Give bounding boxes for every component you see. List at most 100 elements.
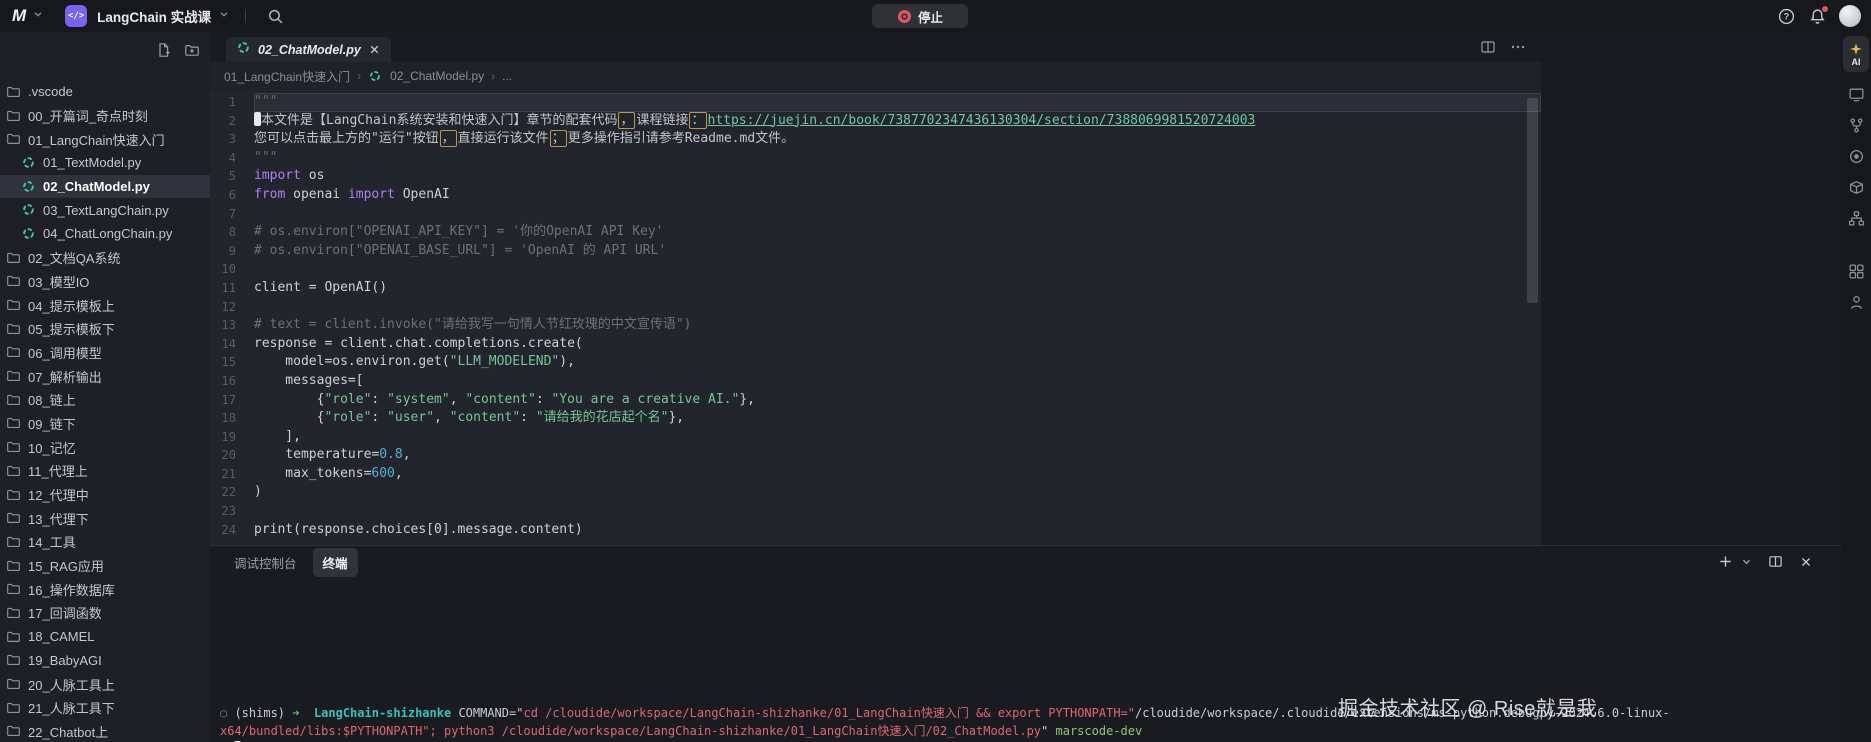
tab-terminal[interactable]: 终端 bbox=[313, 548, 358, 577]
python-file-icon bbox=[21, 226, 37, 242]
folder-icon bbox=[6, 558, 22, 574]
chevron-down-icon[interactable] bbox=[1741, 556, 1752, 567]
file-tree-item[interactable]: 18_CAMEL bbox=[0, 625, 210, 649]
file-tree-item[interactable]: 01_LangChain快速入门 bbox=[0, 127, 210, 151]
file-tree-item[interactable]: 07_解析输出 bbox=[0, 364, 210, 388]
code-line: 10 bbox=[210, 260, 1541, 279]
stop-button[interactable]: 停止 bbox=[872, 4, 968, 28]
main-area: .vscode00_开篇词_奇点时刻01_LangChain快速入门01_Tex… bbox=[0, 32, 1871, 742]
folder-icon bbox=[6, 131, 22, 147]
divider bbox=[245, 9, 246, 23]
more-actions-icon[interactable] bbox=[1510, 39, 1526, 55]
folder-icon bbox=[6, 581, 22, 597]
bell-icon[interactable] bbox=[1809, 8, 1826, 25]
code-line: 21 max_tokens=600, bbox=[210, 465, 1541, 484]
code-viewport[interactable]: 1"""2本文件是【LangChain系统安装和快速入门】章节的配套代码，课程链… bbox=[210, 90, 1541, 545]
chevron-down-icon[interactable] bbox=[31, 7, 45, 26]
file-tree-item-label: 05_提示模板下 bbox=[28, 319, 115, 338]
terminal-line: x64/bundled/libs:$PYTHONPATH"; python3 /… bbox=[220, 722, 1841, 740]
file-tree-item[interactable]: 01_TextModel.py bbox=[0, 151, 210, 175]
code-line: 23 bbox=[210, 502, 1541, 521]
file-tree-item-label: 03_TextLangChain.py bbox=[43, 203, 169, 218]
code-line: 18 {"role": "user", "content": "请给我的花店起个… bbox=[210, 409, 1541, 428]
package-icon[interactable] bbox=[1848, 179, 1865, 196]
file-tree-item[interactable]: 04_ChatLongChain.py bbox=[0, 222, 210, 246]
close-panel-icon[interactable] bbox=[1799, 555, 1813, 569]
file-tree-item[interactable]: 09_链下 bbox=[0, 412, 210, 436]
file-tree-item[interactable]: 20_人脉工具上 bbox=[0, 672, 210, 696]
file-tree-item[interactable]: 17_回调函数 bbox=[0, 601, 210, 625]
marscode-logo[interactable]: M bbox=[12, 6, 25, 26]
breadcrumb-symbol[interactable]: ... bbox=[502, 69, 512, 83]
file-tree-item[interactable]: 06_调用模型 bbox=[0, 341, 210, 365]
editor-tab-02-chatmodel[interactable]: 02_ChatModel.py bbox=[226, 37, 391, 62]
file-tree-item[interactable]: 19_BabyAGI bbox=[0, 649, 210, 673]
folder-icon bbox=[6, 487, 22, 503]
tab-debug-console[interactable]: 调试控制台 bbox=[224, 548, 307, 577]
preview-icon[interactable] bbox=[1848, 86, 1865, 103]
split-panel-icon[interactable] bbox=[1768, 554, 1783, 569]
git-branch-icon[interactable] bbox=[1848, 117, 1865, 134]
file-tree-item-label: 22_Chatbot上 bbox=[28, 722, 108, 741]
breadcrumb-folder[interactable]: 01_LangChain快速入门 bbox=[224, 68, 350, 85]
folder-icon bbox=[6, 629, 22, 645]
apps-grid-icon[interactable] bbox=[1848, 263, 1865, 280]
code-line: 6from openai import OpenAI bbox=[210, 186, 1541, 205]
help-icon[interactable]: ? bbox=[1778, 8, 1795, 25]
file-tree-item[interactable]: 22_Chatbot上 bbox=[0, 720, 210, 742]
python-file-icon bbox=[368, 69, 383, 84]
split-editor-icon[interactable] bbox=[1480, 39, 1496, 55]
file-tree-item[interactable]: 13_代理下 bbox=[0, 506, 210, 530]
file-tree-item[interactable]: 02_ChatModel.py bbox=[0, 175, 210, 199]
folder-icon bbox=[6, 700, 22, 716]
activity-icons bbox=[1848, 72, 1865, 311]
target-icon[interactable] bbox=[1848, 148, 1865, 165]
avatar[interactable] bbox=[1839, 5, 1861, 27]
person-icon[interactable] bbox=[1848, 294, 1865, 311]
file-tree-item[interactable]: 14_工具 bbox=[0, 530, 210, 554]
close-icon[interactable] bbox=[368, 43, 381, 56]
file-tree-item[interactable]: 16_操作数据库 bbox=[0, 577, 210, 601]
sitemap-icon[interactable] bbox=[1848, 210, 1865, 227]
file-tree-item-label: 02_文档QA系统 bbox=[28, 248, 120, 267]
project-badge-icon[interactable]: </> bbox=[65, 5, 87, 27]
file-tree-item[interactable]: 12_代理中 bbox=[0, 483, 210, 507]
file-tree-item[interactable]: 03_模型IO bbox=[0, 270, 210, 294]
file-tree-item[interactable]: .vscode bbox=[0, 80, 210, 104]
new-terminal-icon[interactable] bbox=[1718, 554, 1733, 569]
notification-dot bbox=[1822, 6, 1828, 12]
new-file-icon[interactable] bbox=[156, 42, 172, 58]
file-tree-item[interactable]: 03_TextLangChain.py bbox=[0, 198, 210, 222]
file-tree-item[interactable]: 02_文档QA系统 bbox=[0, 246, 210, 270]
file-tree-item[interactable]: 08_链上 bbox=[0, 388, 210, 412]
file-tree-item[interactable]: 05_提示模板下 bbox=[0, 317, 210, 341]
new-folder-icon[interactable] bbox=[184, 42, 200, 58]
file-tree-item-label: 04_ChatLongChain.py bbox=[43, 226, 172, 241]
search-icon[interactable] bbox=[267, 8, 284, 25]
editor-scrollbar[interactable] bbox=[1527, 98, 1538, 303]
file-tree-item-label: 04_提示模板上 bbox=[28, 296, 115, 315]
file-tree-item[interactable]: 04_提示模板上 bbox=[0, 293, 210, 317]
code-line: 5import os bbox=[210, 167, 1541, 186]
file-tree-item-label: 02_ChatModel.py bbox=[43, 179, 150, 194]
code-line: 24print(response.choices[0].message.cont… bbox=[210, 521, 1541, 540]
file-tree-item[interactable]: 21_人脉工具下 bbox=[0, 696, 210, 720]
code-line: 19 ], bbox=[210, 428, 1541, 447]
folder-icon bbox=[6, 84, 22, 100]
file-tree-item-label: 16_操作数据库 bbox=[28, 580, 115, 599]
file-tree-item-label: 03_模型IO bbox=[28, 272, 89, 291]
file-tree-item-label: 11_代理上 bbox=[28, 461, 88, 480]
python-file-icon bbox=[21, 155, 37, 171]
breadcrumb-file[interactable]: 02_ChatModel.py bbox=[390, 69, 484, 83]
panel-header: 调试控制台 终端 bbox=[210, 546, 1841, 578]
file-tree-item[interactable]: 00_开篇词_奇点时刻 bbox=[0, 104, 210, 128]
folder-icon bbox=[6, 652, 22, 668]
code-line: 12 bbox=[210, 298, 1541, 317]
ai-assistant-button[interactable]: AI bbox=[1843, 36, 1869, 72]
chevron-down-icon[interactable] bbox=[217, 7, 231, 26]
code-line: 20 temperature=0.8, bbox=[210, 446, 1541, 465]
file-tree-item[interactable]: 15_RAG应用 bbox=[0, 554, 210, 578]
file-tree-item[interactable]: 11_代理上 bbox=[0, 459, 210, 483]
project-title[interactable]: LangChain 实战课 bbox=[97, 6, 211, 26]
file-tree-item[interactable]: 10_记忆 bbox=[0, 435, 210, 459]
